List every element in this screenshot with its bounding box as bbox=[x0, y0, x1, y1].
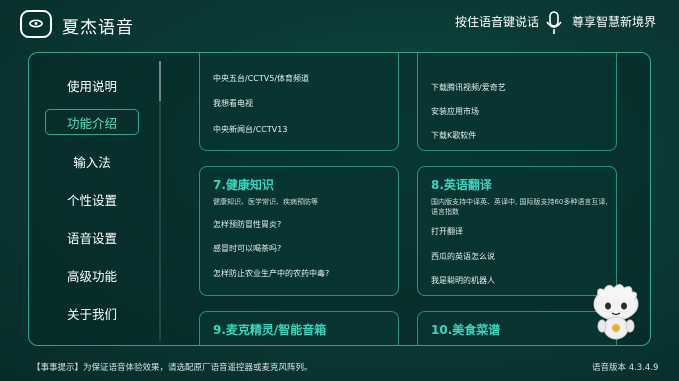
sidebar-scrollbar[interactable] bbox=[159, 61, 161, 341]
sidebar: 使用说明 功能介绍 输入法 个性设置 语音设置 高级功能 关于我们 bbox=[29, 53, 161, 345]
version-label: 语音版本 4.3.4.9 bbox=[592, 363, 659, 373]
feature-card[interactable]: 中央五台/CCTV5/体育频道 我想看电视 中央新闻台/CCTV13 bbox=[199, 53, 399, 151]
sidebar-scroll-thumb[interactable] bbox=[159, 61, 161, 101]
feature-card-translation[interactable]: 8.英语翻译 国内版支持中译英、英译中, 国际版支持60多种语言互译, 语言指数… bbox=[417, 166, 617, 296]
mascot-robot-icon bbox=[593, 284, 639, 340]
footer-tip: 【事事提示】为保证语音体验效果，请选配原厂语音遥控器或麦克风阵列。 bbox=[32, 363, 313, 373]
card-example: 怎样防止农业生产中的农药中毒? bbox=[213, 269, 330, 278]
app-title: 夏杰语音 bbox=[62, 18, 134, 38]
card-title: 8.英语翻译 bbox=[431, 178, 492, 192]
sidebar-item-advanced[interactable]: 高级功能 bbox=[45, 262, 139, 288]
main-panel: 使用说明 功能介绍 输入法 个性设置 语音设置 高级功能 关于我们 中央五台/C… bbox=[28, 52, 651, 346]
sidebar-item-features[interactable]: 功能介绍 bbox=[45, 109, 139, 135]
card-title: 7.健康知识 bbox=[213, 178, 274, 192]
card-desc: 健康知识、医学常识、疾病预防等 bbox=[213, 198, 318, 206]
card-desc: 国内版支持中译英、英译中, 国际版支持60多种语言互译, 语言指数 bbox=[431, 198, 608, 216]
logo-icon bbox=[29, 19, 43, 28]
feature-card[interactable]: 下载腾讯视频/爱奇艺 安装应用市场 下载K歌软件 bbox=[417, 53, 617, 151]
feature-card-health[interactable]: 7.健康知识 健康知识、医学常识、疾病预防等 怎样预防冒性胃炎? 感冒时可以喝茶… bbox=[199, 166, 399, 296]
card-example: 怎样预防冒性胃炎? bbox=[213, 220, 282, 229]
card-example: 中央五台/CCTV5/体育频道 bbox=[213, 74, 310, 83]
feature-card-mic-genie[interactable]: 9.麦克精灵/智能音箱 bbox=[199, 311, 399, 345]
sidebar-item-usage[interactable]: 使用说明 bbox=[45, 72, 139, 98]
microphone-icon bbox=[546, 11, 562, 34]
card-title: 9.麦克精灵/智能音箱 bbox=[213, 323, 327, 337]
card-example: 我是聪明的机器人 bbox=[431, 276, 495, 285]
card-example: 感冒时可以喝茶吗? bbox=[213, 244, 282, 253]
sidebar-item-input-method[interactable]: 输入法 bbox=[45, 148, 139, 174]
voice-hint: 按住语音键说话 bbox=[454, 15, 539, 29]
card-example: 西瓜的英语怎么说 bbox=[431, 252, 495, 261]
sidebar-item-personalization[interactable]: 个性设置 bbox=[45, 186, 139, 212]
sidebar-item-voice-settings[interactable]: 语音设置 bbox=[45, 224, 139, 250]
card-example: 下载腾讯视频/爱奇艺 bbox=[431, 83, 506, 92]
app-logo bbox=[20, 10, 52, 38]
card-example: 下载K歌软件 bbox=[431, 131, 477, 140]
feature-cards: 中央五台/CCTV5/体育频道 我想看电视 中央新闻台/CCTV13 下载腾讯视… bbox=[199, 53, 629, 345]
feature-card-recipes[interactable]: 10.美食菜谱 bbox=[417, 311, 617, 345]
sidebar-item-about[interactable]: 关于我们 bbox=[45, 300, 139, 326]
card-example: 我想看电视 bbox=[213, 99, 253, 108]
card-example: 安装应用市场 bbox=[431, 107, 479, 116]
card-example: 中央新闻台/CCTV13 bbox=[213, 125, 288, 134]
card-example: 打开翻译 bbox=[431, 227, 463, 236]
header-bar: 夏杰语音 按住语音键说话 尊享智慧新境界 bbox=[0, 0, 679, 48]
slogan: 尊享智慧新境界 bbox=[572, 15, 657, 29]
card-title: 10.美食菜谱 bbox=[431, 323, 501, 337]
